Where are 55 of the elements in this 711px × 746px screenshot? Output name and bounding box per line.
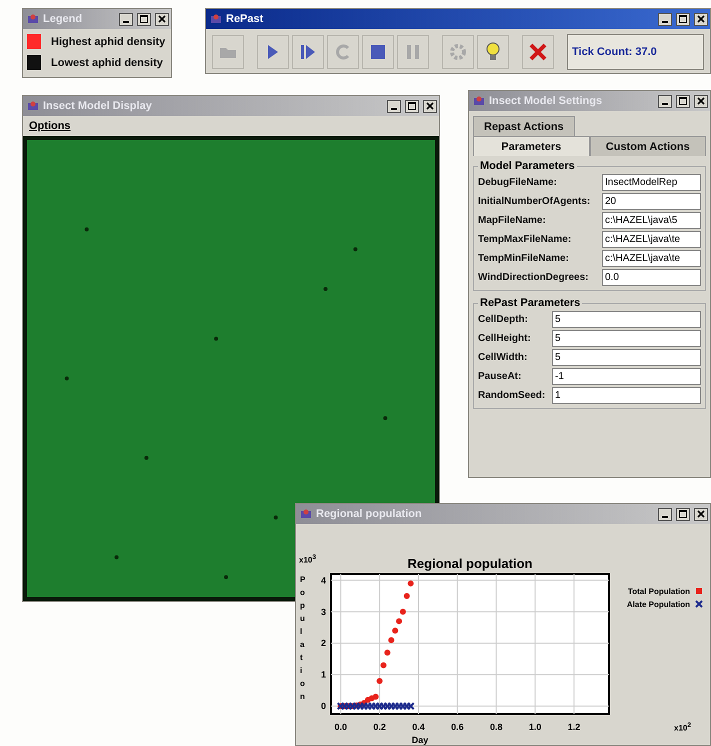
x-tick-label: 1.2 <box>568 722 580 732</box>
x-tick-label: 0.8 <box>490 722 502 732</box>
input-field[interactable]: 20 <box>602 193 701 210</box>
input-field[interactable]: 0.0 <box>602 269 701 286</box>
input-field[interactable]: InsectModelRep <box>602 174 701 191</box>
window-title: Regional population <box>316 508 423 520</box>
field-label: CellHeight: <box>478 333 532 344</box>
input-field[interactable]: 5 <box>552 349 701 366</box>
y-tick-label: 2 <box>320 638 326 648</box>
field-label: TempMinFileName: <box>478 253 570 264</box>
tick-count-field: Tick Count: 37.0 <box>567 34 704 70</box>
window-title: Insect Model Display <box>43 100 153 112</box>
field-label: InitialNumberOfAgents: <box>478 196 592 207</box>
tab[interactable]: Parameters <box>473 136 590 156</box>
input-field[interactable]: c:\HAZEL\java\te <box>602 231 701 248</box>
tab[interactable]: Repast Actions <box>473 116 575 136</box>
field-label: WindDirectionDegrees: <box>478 272 590 283</box>
field-label: TempMaxFileName: <box>478 234 572 245</box>
window-title: Insect Model Settings <box>489 95 604 107</box>
field-label: CellWidth: <box>478 352 528 363</box>
x-tick-label: 0.2 <box>373 722 386 732</box>
y-tick-label: 0 <box>320 701 326 712</box>
y-axis-multiplier: x10$^{3}$ <box>299 554 316 565</box>
legend-label: Total Population <box>628 587 690 596</box>
legend-label: Highest aphid density <box>51 36 166 48</box>
field-label: MapFileName: <box>478 215 547 226</box>
group-title: RePast Parameters <box>479 297 582 309</box>
input-field[interactable]: -1 <box>552 368 701 385</box>
menu-item[interactable]: Options <box>29 120 71 132</box>
input-field[interactable]: c:\HAZEL\java\te <box>602 250 701 267</box>
chart-title: Regional population <box>408 556 532 571</box>
field-label: PauseAt: <box>478 371 522 382</box>
y-tick-label: 3 <box>320 606 326 617</box>
input-field[interactable]: 5 <box>552 330 701 347</box>
x-axis-label: Day <box>412 735 428 745</box>
x-tick-label: 1.0 <box>528 722 542 732</box>
field-label: DebugFileName: <box>478 177 558 188</box>
x-tick-label: 0.0 <box>334 722 347 732</box>
legend-label: Lowest aphid density <box>51 56 163 68</box>
window-title: Legend <box>43 13 84 25</box>
input-field[interactable]: 5 <box>552 311 701 328</box>
field-label: CellDepth: <box>478 314 529 325</box>
field-label: RandomSeed: <box>478 390 546 401</box>
y-axis-label: Population <box>300 575 306 701</box>
x-tick-label: 0.4 <box>412 722 425 732</box>
group-title: Model Parameters <box>479 160 576 172</box>
y-tick-label: 4 <box>320 575 326 586</box>
y-tick-label: 1 <box>320 670 326 680</box>
x-axis-multiplier: x10$^{2}$ <box>674 722 692 733</box>
x-tick-label: 0.6 <box>451 722 464 732</box>
input-field[interactable]: c:\HAZEL\java\5 <box>602 212 701 229</box>
window-title: RePast <box>226 13 264 25</box>
tab[interactable]: Custom Actions <box>590 136 706 156</box>
legend-label: Alate Population <box>626 600 690 609</box>
input-field[interactable]: 1 <box>552 387 701 404</box>
